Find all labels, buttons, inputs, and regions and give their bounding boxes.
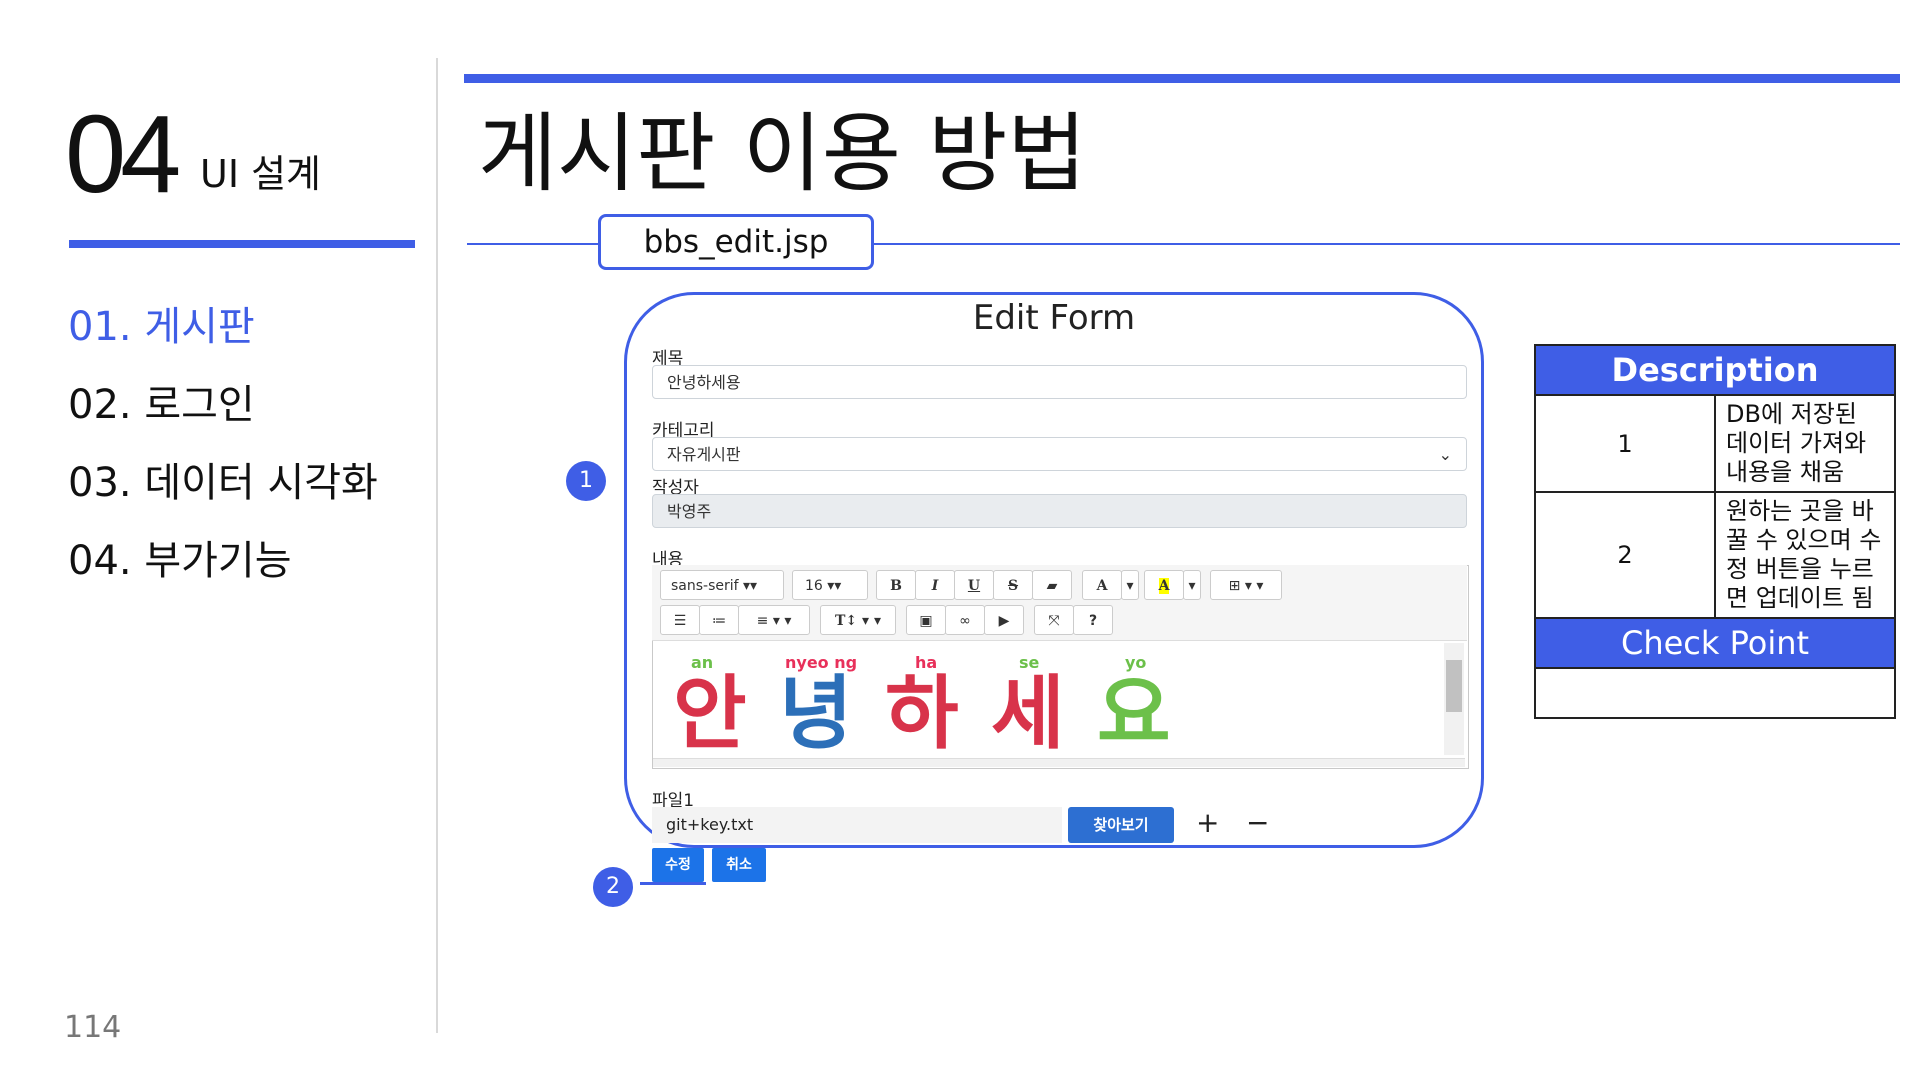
cancel-button[interactable]: 취소 (712, 848, 766, 882)
font-color-caret[interactable]: ▾ (1121, 570, 1139, 600)
strikethrough-button[interactable]: S (993, 570, 1033, 600)
description-row-2-number: 2 (1534, 491, 1716, 619)
category-value: 자유게시판 (667, 445, 741, 464)
author-input: 박영주 (652, 494, 1467, 528)
video-icon[interactable]: ▶ (984, 605, 1024, 635)
hangul-greeting-image: an nyeo ng ha se yo 안 녕 하 세 요 (673, 653, 1171, 760)
add-file-button[interactable]: + (1196, 806, 1219, 839)
section-title: UI 설계 (200, 152, 322, 196)
description-header: Description (1534, 344, 1896, 396)
nav-item-extra-features[interactable]: 04. 부가기능 (68, 528, 292, 586)
highlight-glyph: A (1158, 578, 1170, 594)
callout-1: 1 (566, 461, 606, 501)
underline-button[interactable]: U (954, 570, 994, 600)
editor-resize-handle[interactable] (653, 758, 1465, 767)
page-number: 114 (64, 1010, 122, 1045)
callout-2: 2 (593, 867, 633, 907)
section-number: 04 (65, 93, 181, 216)
bold-button[interactable]: B (876, 570, 916, 600)
chevron-down-icon: ⌄ (1438, 445, 1452, 464)
table-icon[interactable]: ⊞ ▾ ▾ (1210, 570, 1282, 600)
file-input[interactable]: git+key.txt (652, 807, 1062, 843)
check-point-header: Check Point (1534, 617, 1896, 669)
eraser-icon[interactable]: ▰ (1032, 570, 1072, 600)
remove-file-button[interactable]: − (1246, 806, 1269, 839)
callout-2-pointer (640, 882, 706, 885)
syllable-ha: 하 (885, 667, 959, 756)
text-style-dropdown[interactable]: T↕ ▾ ▾ (820, 605, 896, 635)
nav-item-data-visualization[interactable]: 03. 데이터 시각화 (68, 450, 378, 508)
header-bar (464, 74, 1900, 83)
description-row-1-number: 1 (1534, 394, 1716, 493)
font-size-value: 16 (805, 578, 823, 594)
ordered-list-icon[interactable]: ≔ (699, 605, 739, 635)
description-row-1-text: DB에 저장된 데이터 가져와 내용을 채움 (1714, 394, 1896, 493)
description-row-2-text: 원하는 곳을 바꿀 수 있으며 수정 버튼을 누르면 업데이트 됨 (1714, 491, 1896, 619)
description-table: Description 1 DB에 저장된 데이터 가져와 내용을 채움 2 원… (1534, 344, 1896, 719)
syllable-nyeong: 녕 (779, 667, 853, 756)
help-button[interactable]: ? (1073, 605, 1113, 635)
category-select[interactable]: 자유게시판 ⌄ (652, 437, 1467, 471)
nav-item-login[interactable]: 02. 로그인 (68, 372, 255, 430)
subject-input[interactable]: 안녕하세용 (652, 365, 1467, 399)
form-title: Edit Form (972, 298, 1136, 338)
syllable-yo: 요 (1097, 667, 1171, 756)
editor-scrollbar-thumb[interactable] (1446, 660, 1462, 712)
sidebar-divider (436, 58, 438, 1033)
file-name-tag: bbs_edit.jsp (598, 214, 874, 270)
editor-toolbar: sans-serif ▾▾ 16 ▾▾ B I U S ▰ A ▾ A ▾ ⊞ … (652, 565, 1467, 641)
font-size-dropdown[interactable]: 16 ▾▾ (792, 570, 868, 600)
page-title: 게시판 이용 방법 (478, 104, 1087, 204)
highlight-caret[interactable]: ▾ (1183, 570, 1201, 600)
font-family-dropdown[interactable]: sans-serif ▾▾ (660, 570, 784, 600)
check-point-content (1534, 667, 1896, 719)
nav-item-board[interactable]: 01. 게시판 (68, 294, 255, 352)
section-underline (69, 240, 415, 248)
highlight-button[interactable]: A (1144, 570, 1184, 600)
fullscreen-icon[interactable]: ⤧ (1034, 605, 1074, 635)
text-style-glyph: T (835, 613, 846, 629)
link-icon[interactable]: ∞ (945, 605, 985, 635)
image-icon[interactable]: ▣ (906, 605, 946, 635)
editor-content-area[interactable]: an nyeo ng ha se yo 안 녕 하 세 요 (653, 641, 1446, 760)
font-color-button[interactable]: A (1082, 570, 1122, 600)
syllable-se: 세 (991, 667, 1065, 756)
syllable-an: 안 (673, 667, 747, 756)
italic-button[interactable]: I (915, 570, 955, 600)
font-family-value: sans-serif (671, 578, 739, 594)
browse-button[interactable]: 찾아보기 (1068, 807, 1174, 843)
edit-button[interactable]: 수정 (652, 848, 704, 882)
paragraph-align-icon[interactable]: ≡ ▾ ▾ (738, 605, 810, 635)
unordered-list-icon[interactable]: ☰ (660, 605, 700, 635)
